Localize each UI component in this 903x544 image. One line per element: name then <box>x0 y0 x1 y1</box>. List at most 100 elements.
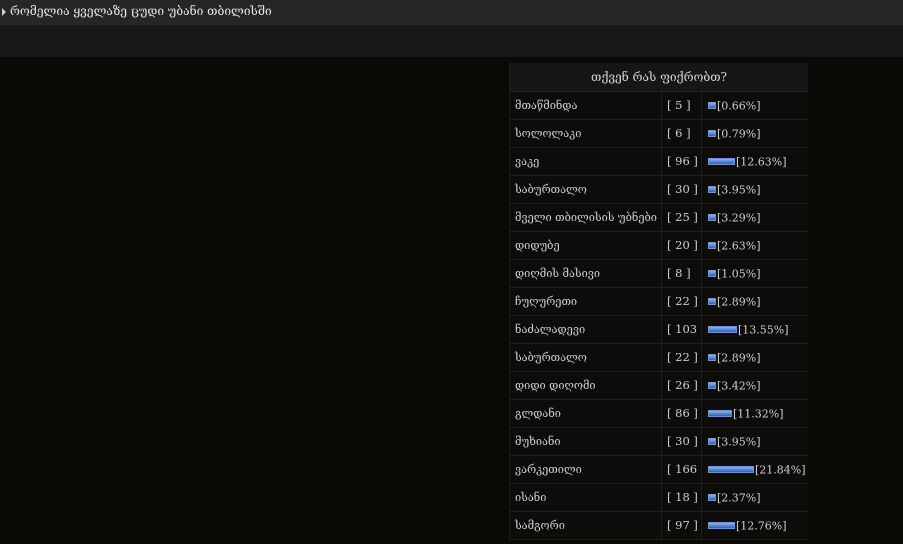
poll-option-percent-cell: [12.63%] <box>702 148 808 175</box>
poll-option-percent: [0.66%] <box>717 99 761 113</box>
poll-option-row: ისანი[ 18 ] [2.37%] <box>510 484 808 512</box>
poll-option-percent: [2.89%] <box>717 351 761 365</box>
poll-option-percent: [3.95%] <box>717 435 761 449</box>
poll-option-votes: [ 96 ] <box>662 148 702 175</box>
poll-option-percent-cell: [3.42%] <box>702 372 808 399</box>
poll-option-name: დიდუბე <box>510 232 662 259</box>
poll-option-percent-cell: [2.89%] <box>702 344 808 371</box>
poll-result-bar <box>708 521 735 529</box>
poll-result-bar <box>708 437 716 445</box>
poll-option-percent: [1.05%] <box>717 267 761 281</box>
topic-title: რომელია ყველაზე ცუდი უბანი თბილისში <box>10 4 272 18</box>
topic-title-bar: რომელია ყველაზე ცუდი უბანი თბილისში <box>0 0 903 26</box>
poll-option-percent: [13.55%] <box>738 323 789 337</box>
poll-option-row: ნაძალადევი[ 103 ] [13.55%] <box>510 316 808 344</box>
poll-option-votes: [ 5 ] <box>662 92 702 119</box>
poll-option-name: ნაძალადევი <box>510 316 662 343</box>
poll-result-bar <box>708 101 716 109</box>
poll-result-bar <box>708 381 716 389</box>
poll-option-row: ვარკეთილი[ 166 ] [21.84%] <box>510 456 808 484</box>
poll-option-percent: [3.29%] <box>717 211 761 225</box>
poll-option-name: ვაკე <box>510 148 662 175</box>
poll-option-votes: [ 30 ] <box>662 176 702 203</box>
poll-option-row: დიღმის მასივი[ 8 ] [1.05%] <box>510 260 808 288</box>
poll-option-percent-cell: [21.84%] <box>702 456 808 483</box>
poll-option-name: ჩუღურეთი <box>510 288 662 315</box>
poll-option-percent: [2.63%] <box>717 239 761 253</box>
poll-option-votes: [ 25 ] <box>662 204 702 231</box>
poll-option-votes: [ 26 ] <box>662 372 702 399</box>
poll-option-row: გლდანი[ 86 ] [11.32%] <box>510 400 808 428</box>
poll-option-name: მუხიანი <box>510 428 662 455</box>
poll-result-bar <box>708 493 716 501</box>
poll-result-bar <box>708 409 732 417</box>
poll-result-bar <box>708 465 754 473</box>
poll-option-percent-cell: [3.95%] <box>702 176 808 203</box>
poll-option-name: მთაწმინდა <box>510 92 662 119</box>
poll-option-row: მუხიანი[ 30 ] [3.95%] <box>510 428 808 456</box>
poll-option-name: ვარკეთილი <box>510 456 662 483</box>
poll-option-votes: [ 166 ] <box>662 456 702 483</box>
poll-option-votes: [ 22 ] <box>662 288 702 315</box>
poll-option-row: სამგორი[ 97 ] [12.76%] <box>510 512 808 540</box>
poll-option-votes: [ 97 ] <box>662 512 702 539</box>
poll-option-percent-cell: [0.66%] <box>702 92 808 119</box>
poll-option-percent-cell: [1.05%] <box>702 260 808 287</box>
poll-option-name: მველი თბილისის უბნები <box>510 204 662 231</box>
bullet-arrow-icon <box>2 8 6 16</box>
poll-option-row: მველი თბილისის უბნები[ 25 ] [3.29%] <box>510 204 808 232</box>
poll-option-votes: [ 8 ] <box>662 260 702 287</box>
poll-option-row: ჩუღურეთი[ 22 ] [2.89%] <box>510 288 808 316</box>
poll-option-votes: [ 20 ] <box>662 232 702 259</box>
poll-option-percent-cell: [3.29%] <box>702 204 808 231</box>
poll-option-name: სოლოლაკი <box>510 120 662 147</box>
poll-option-votes: [ 6 ] <box>662 120 702 147</box>
poll-result-bar <box>708 185 716 193</box>
poll-results: მთაწმინდა[ 5 ] [0.66%] სოლოლაკი[ 6 ] [0.79%… <box>510 92 808 540</box>
poll-table: თქვენ რას ფიქრობთ? მთაწმინდა[ 5 ] [0.66%]… <box>509 63 808 540</box>
poll-result-bar <box>708 213 716 221</box>
poll-option-percent-cell: [2.89%] <box>702 288 808 315</box>
poll-result-bar <box>708 241 716 249</box>
poll-option-votes: [ 86 ] <box>662 400 702 427</box>
poll-result-bar <box>708 157 735 165</box>
poll-option-row: დიდი დიღომი[ 26 ] [3.42%] <box>510 372 808 400</box>
poll-option-percent: [3.95%] <box>717 183 761 197</box>
poll-option-votes: [ 30 ] <box>662 428 702 455</box>
poll-option-percent-cell: [12.76%] <box>702 512 808 539</box>
poll-option-percent-cell: [2.37%] <box>702 484 808 511</box>
topic-sub-bar <box>0 26 903 57</box>
poll-option-name: გლდანი <box>510 400 662 427</box>
poll-option-percent: [12.76%] <box>736 519 787 533</box>
poll-option-row: საბურთალო[ 22 ] [2.89%] <box>510 344 808 372</box>
poll-option-name: საბურთალო <box>510 344 662 371</box>
poll-result-bar <box>708 353 716 361</box>
poll-result-bar <box>708 325 737 333</box>
poll-option-percent: [2.37%] <box>717 491 761 505</box>
poll-option-row: საბურთალო[ 30 ] [3.95%] <box>510 176 808 204</box>
poll-option-votes: [ 22 ] <box>662 344 702 371</box>
poll-option-name: ისანი <box>510 484 662 511</box>
poll-result-bar <box>708 269 716 277</box>
poll-option-name: დიღმის მასივი <box>510 260 662 287</box>
poll-option-row: მთაწმინდა[ 5 ] [0.66%] <box>510 92 808 120</box>
poll-option-percent: [2.89%] <box>717 295 761 309</box>
poll-result-bar <box>708 297 716 305</box>
poll-option-percent: [3.42%] <box>717 379 761 393</box>
poll-option-percent: [0.79%] <box>717 127 761 141</box>
poll-option-percent: [12.63%] <box>736 155 787 169</box>
poll-option-votes: [ 18 ] <box>662 484 702 511</box>
poll-option-percent-cell: [11.32%] <box>702 400 808 427</box>
poll-question: თქვენ რას ფიქრობთ? <box>510 63 808 92</box>
poll-option-row: სოლოლაკი[ 6 ] [0.79%] <box>510 120 808 148</box>
poll-option-percent-cell: [0.79%] <box>702 120 808 147</box>
poll-option-name: საბურთალო <box>510 176 662 203</box>
poll-option-percent-cell: [2.63%] <box>702 232 808 259</box>
poll-option-percent: [11.32%] <box>733 407 784 421</box>
poll-option-percent: [21.84%] <box>755 463 806 477</box>
poll-option-percent-cell: [3.95%] <box>702 428 808 455</box>
poll-option-percent-cell: [13.55%] <box>702 316 808 343</box>
poll-option-name: სამგორი <box>510 512 662 539</box>
poll-option-row: დიდუბე[ 20 ] [2.63%] <box>510 232 808 260</box>
poll-option-name: დიდი დიღომი <box>510 372 662 399</box>
